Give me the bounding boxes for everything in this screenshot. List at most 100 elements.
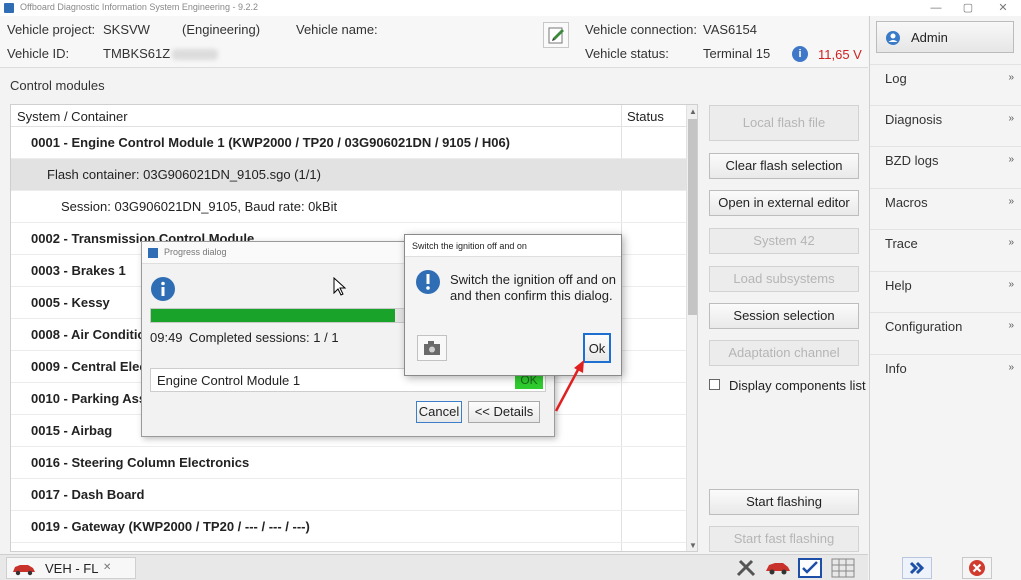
- tree-row-module-0016[interactable]: 0016 - Steering Column Electronics: [11, 447, 687, 479]
- chevron-down-icon: »: [1008, 237, 1014, 248]
- checklist-icon[interactable]: [797, 557, 823, 579]
- sidebar-item-macros[interactable]: Macros »: [870, 188, 1021, 229]
- sidebar-item-label: Help: [885, 278, 912, 293]
- table-view-icon[interactable]: [830, 557, 856, 579]
- ignition-dialog: Switch the ignition off and on Switch th…: [404, 234, 622, 376]
- chevron-down-icon: »: [1008, 279, 1014, 290]
- sidebar-item-configuration[interactable]: Configuration »: [870, 312, 1021, 353]
- engineering-label: (Engineering): [182, 22, 261, 37]
- tree-header: System / Container Status: [11, 105, 697, 127]
- chevron-down-icon: »: [1008, 113, 1014, 124]
- mouse-cursor-icon: [333, 277, 347, 296]
- vehicle-info-header: Vehicle project: SKSVW (Engineering) Veh…: [0, 16, 868, 68]
- elapsed-time: 09:49: [150, 330, 183, 345]
- voltage-info-icon[interactable]: i: [792, 46, 808, 62]
- row-label: 0019 - Gateway (KWP2000 / TP20 / --- / -…: [31, 519, 310, 534]
- button-label: Clear flash selection: [725, 158, 843, 173]
- progress-bar-fill: [151, 309, 396, 322]
- column-header-status[interactable]: Status: [627, 109, 664, 124]
- row-label: 0003 - Brakes 1: [31, 263, 126, 278]
- button-label: Open in external editor: [718, 195, 850, 210]
- sidebar-item-info[interactable]: Info »: [870, 354, 1021, 395]
- row-label: 0008 - Air Conditio: [31, 327, 146, 342]
- load-subsystems-button[interactable]: Load subsystems: [709, 266, 859, 292]
- vehicle-id-label: Vehicle ID:: [7, 46, 70, 61]
- car-diagnosis-icon[interactable]: [764, 560, 792, 576]
- close-tab-icon[interactable]: ✕: [103, 562, 111, 573]
- edit-vehicle-button[interactable]: [543, 22, 569, 48]
- completed-sessions: Completed sessions: 1 / 1: [189, 330, 339, 345]
- admin-button[interactable]: Admin: [876, 21, 1014, 53]
- app-icon: [4, 3, 14, 13]
- tab-veh-fl[interactable]: VEH - FL ✕: [6, 557, 136, 579]
- sidebar-item-label: Diagnosis: [885, 112, 943, 127]
- tree-row-session[interactable]: Session: 03G906021DN_9105, Baud rate: 0k…: [11, 191, 687, 223]
- button-label: Local flash file: [742, 115, 826, 130]
- tools-icon[interactable]: [735, 558, 759, 578]
- sidebar-item-label: Info: [885, 361, 907, 376]
- vehicle-project-value: SKSVW: [103, 22, 150, 37]
- right-sidebar: Admin Log» Diagnosis» BZD logs» Macros» …: [869, 16, 1021, 580]
- sidebar-item-help[interactable]: Help »: [870, 271, 1021, 312]
- button-label: Session selection: [733, 308, 835, 323]
- control-modules-title: Control modules: [10, 78, 105, 93]
- ignition-message-line1: Switch the ignition off and on: [450, 272, 616, 287]
- local-flash-file-button[interactable]: Local flash file: [709, 105, 859, 141]
- close-window-button[interactable]: ✕: [988, 0, 1018, 16]
- cancel-button[interactable]: Cancel: [416, 401, 462, 423]
- row-label: Flash container: 03G906021DN_9105.sgo (1…: [47, 167, 321, 182]
- exit-button[interactable]: [962, 557, 992, 579]
- details-button[interactable]: << Details: [468, 401, 540, 423]
- scrollbar-thumb[interactable]: [688, 119, 697, 315]
- ignition-dialog-titlebar[interactable]: Switch the ignition off and on: [405, 235, 621, 257]
- button-label: Load subsystems: [733, 271, 835, 286]
- column-header-system[interactable]: System / Container: [17, 109, 128, 124]
- vehicle-status-label: Vehicle status:: [585, 46, 669, 61]
- open-external-editor-button[interactable]: Open in external editor: [709, 190, 859, 216]
- vehicle-id-group: TMBKS61Z: [103, 46, 219, 61]
- sidebar-item-trace[interactable]: Trace »: [870, 229, 1021, 270]
- system-42-button[interactable]: System 42: [709, 228, 859, 254]
- minimize-button[interactable]: —: [921, 0, 951, 16]
- sidebar-item-label: Trace: [885, 236, 918, 251]
- session-selection-button[interactable]: Session selection: [709, 303, 859, 329]
- bottom-tab-bar: VEH - FL ✕: [0, 554, 868, 580]
- sidebar-item-label: Macros: [885, 195, 928, 210]
- scroll-up-icon[interactable]: ▲: [689, 107, 697, 116]
- scroll-down-icon[interactable]: ▼: [689, 541, 697, 550]
- clear-flash-selection-button[interactable]: Clear flash selection: [709, 153, 859, 179]
- sidebar-item-label: BZD logs: [885, 153, 939, 168]
- progress-dialog-title: Progress dialog: [164, 247, 227, 257]
- adaptation-channel-button[interactable]: Adaptation channel: [709, 340, 859, 366]
- start-fast-flashing-button[interactable]: Start fast flashing: [709, 526, 859, 552]
- display-components-checkbox[interactable]: [709, 379, 720, 390]
- maximize-button[interactable]: ▢: [953, 0, 983, 16]
- ignition-dialog-title: Switch the ignition off and on: [412, 241, 527, 251]
- tab-label: VEH - FL: [45, 561, 99, 576]
- row-label: 0017 - Dash Board: [31, 487, 145, 502]
- sidebar-item-bzd-logs[interactable]: BZD logs »: [870, 146, 1021, 187]
- ignition-message-line2: and then confirm this dialog.: [450, 288, 613, 303]
- sidebar-item-diagnosis[interactable]: Diagnosis »: [870, 105, 1021, 146]
- screenshot-button[interactable]: [417, 335, 447, 361]
- tree-row-module-0001[interactable]: 0001 - Engine Control Module 1 (KWP2000 …: [11, 127, 687, 159]
- tree-scrollbar[interactable]: ▲ ▼: [686, 105, 697, 551]
- button-label: Start fast flashing: [733, 531, 835, 546]
- tree-row-module-0017[interactable]: 0017 - Dash Board: [11, 479, 687, 511]
- chevron-down-icon: »: [1008, 154, 1014, 165]
- row-label: Session: 03G906021DN_9105, Baud rate: 0k…: [61, 199, 338, 214]
- row-label: 0010 - Parking Ass: [31, 391, 147, 406]
- forward-button[interactable]: [902, 557, 932, 579]
- start-flashing-button[interactable]: Start flashing: [709, 489, 859, 515]
- vehicle-connection-value: VAS6154: [703, 22, 757, 37]
- vehicle-status-value: Terminal 15: [703, 46, 771, 61]
- sidebar-item-label: Configuration: [885, 319, 963, 334]
- vehicle-name-label: Vehicle name:: [296, 22, 378, 37]
- tree-row-flash-container[interactable]: Flash container: 03G906021DN_9105.sgo (1…: [11, 159, 687, 191]
- info-icon: [151, 277, 175, 301]
- tree-row-module-0019[interactable]: 0019 - Gateway (KWP2000 / TP20 / --- / -…: [11, 511, 687, 543]
- car-icon: [13, 565, 35, 576]
- exit-icon: [969, 560, 985, 576]
- sidebar-item-log[interactable]: Log »: [870, 64, 1021, 105]
- button-label: System 42: [753, 233, 815, 248]
